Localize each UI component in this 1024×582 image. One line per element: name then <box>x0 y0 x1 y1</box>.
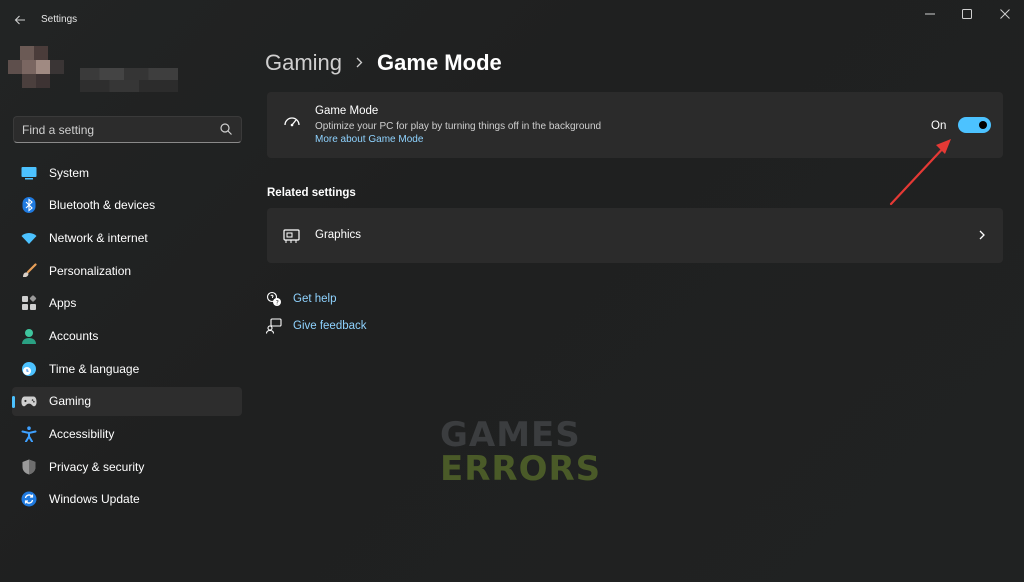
breadcrumb-parent-link[interactable]: Gaming <box>265 50 342 76</box>
close-icon <box>1000 9 1010 19</box>
sidebar-item-label: Privacy & security <box>49 459 145 474</box>
title-bar: Settings <box>0 0 1024 40</box>
sidebar-item-windows-update[interactable]: Windows Update <box>12 485 242 514</box>
settings-window: Settings Find a setting System Bluetooth… <box>0 0 1024 582</box>
search-input[interactable] <box>22 121 217 139</box>
speedometer-icon <box>284 117 300 127</box>
bluetooth-icon <box>21 197 37 214</box>
feedback-icon <box>266 318 282 334</box>
page-title: Game Mode <box>377 50 502 75</box>
maximize-icon <box>962 9 972 19</box>
more-about-game-mode-link[interactable]: More about Game Mode <box>315 134 423 145</box>
back-button[interactable] <box>10 10 30 30</box>
sidebar-item-label: Accessibility <box>49 427 115 441</box>
sidebar-item-personalization[interactable]: Personalization <box>12 256 242 285</box>
watermark-line-2: ERRORS <box>440 449 602 489</box>
sidebar-item-label: Gaming <box>49 394 92 409</box>
game-mode-description: Optimize your PC for play by turning thi… <box>315 121 602 132</box>
app-title: Settings <box>41 14 78 25</box>
sidebar: System Bluetooth & devices Network & int… <box>0 40 256 582</box>
sidebar-item-label: System <box>49 165 90 180</box>
sidebar-item-label: Apps <box>49 296 77 311</box>
game-mode-title: Game Mode <box>315 105 379 117</box>
give-feedback-row[interactable]: Give feedback <box>266 317 367 335</box>
sidebar-item-privacy[interactable]: Privacy & security <box>12 452 242 481</box>
graphics-card-icon <box>283 229 300 243</box>
related-settings-heading: Related settings <box>267 187 356 199</box>
sidebar-item-gaming[interactable]: Gaming <box>12 386 242 416</box>
minimize-button[interactable] <box>910 4 950 24</box>
sidebar-item-label: Windows Update <box>49 492 140 507</box>
sidebar-item-network[interactable]: Network & internet <box>12 223 242 252</box>
system-icon <box>21 165 37 181</box>
globe-clock-icon <box>21 361 37 377</box>
apps-icon <box>21 295 37 311</box>
watermark-line-1: GAMES <box>440 415 581 455</box>
sidebar-item-accounts[interactable]: Accounts <box>12 321 242 350</box>
get-help-row[interactable]: ? Get help <box>266 290 336 308</box>
sidebar-item-time-language[interactable]: Time & language <box>12 354 242 383</box>
sidebar-item-accessibility[interactable]: Accessibility <box>12 420 242 449</box>
nav-list: System Bluetooth & devices Network & int… <box>12 158 242 518</box>
toggle-state-label: On <box>931 120 947 132</box>
graphics-settings-row[interactable]: Graphics <box>267 208 1003 263</box>
account-icon <box>21 328 37 344</box>
chevron-right-icon <box>979 230 985 240</box>
sidebar-item-label: Personalization <box>49 263 132 278</box>
chevron-right-icon <box>356 55 363 71</box>
search-icon <box>220 123 232 135</box>
search-box[interactable] <box>13 116 242 143</box>
minimize-icon <box>925 13 935 15</box>
back-arrow-icon <box>14 15 25 25</box>
toggle-knob <box>979 121 987 129</box>
update-icon <box>21 491 37 507</box>
help-chat-icon: ? <box>266 291 281 306</box>
maximize-button[interactable] <box>947 4 987 24</box>
user-email-blurred <box>80 80 178 92</box>
accessibility-icon <box>21 426 37 442</box>
sidebar-item-label: Network & internet <box>49 230 148 245</box>
shield-icon <box>21 459 37 475</box>
breadcrumb: Gaming Game Mode <box>265 47 502 79</box>
wifi-icon <box>21 230 37 246</box>
game-mode-toggle[interactable] <box>958 117 991 133</box>
sidebar-item-system[interactable]: System <box>12 158 242 187</box>
sidebar-item-apps[interactable]: Apps <box>12 289 242 318</box>
close-button[interactable] <box>985 4 1024 24</box>
controller-icon <box>21 393 37 409</box>
get-help-link[interactable]: Get help <box>293 293 336 305</box>
graphics-label: Graphics <box>315 229 362 241</box>
avatar[interactable] <box>8 46 68 98</box>
watermark-logo: GAMES ERRORS <box>440 415 602 490</box>
annotation-arrow-icon <box>889 139 951 206</box>
svg-text:?: ? <box>276 299 279 306</box>
sidebar-item-bluetooth[interactable]: Bluetooth & devices <box>12 191 242 220</box>
give-feedback-link[interactable]: Give feedback <box>293 320 367 332</box>
sidebar-item-label: Accounts <box>49 328 99 343</box>
sidebar-item-label: Time & language <box>49 361 140 376</box>
brush-icon <box>21 262 37 279</box>
sidebar-item-label: Bluetooth & devices <box>49 198 156 213</box>
